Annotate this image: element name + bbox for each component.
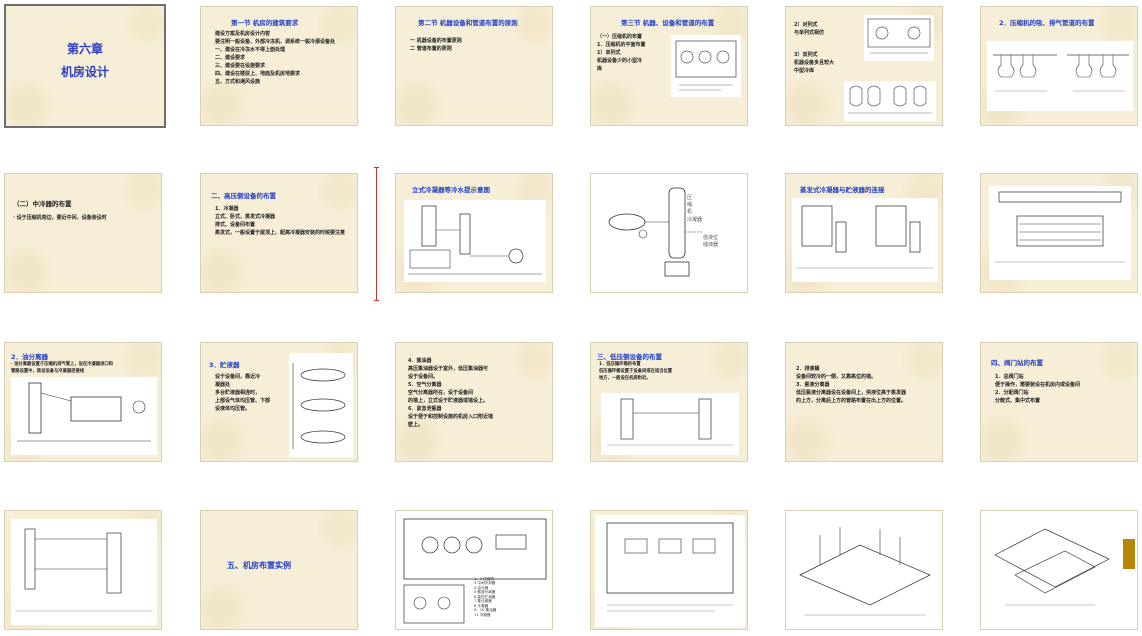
slide-title: 第三节 机器、设备和管道的布置 xyxy=(621,19,715,27)
slide-thumbnail-5[interactable]: 2）对列式 与单列式相仿 3）双列式 机器设备多且较大 中型冷库 xyxy=(785,6,943,126)
slide-body: 1．冷凝器 立式、卧式、蒸发式冷凝器 排式、设备间布置 蒸发式，一般设置于屋顶上… xyxy=(215,206,346,237)
slide-thumbnail-23[interactable] xyxy=(785,510,943,630)
legend-item: 11 冷凝器 xyxy=(474,612,491,617)
slide-thumbnail-3[interactable]: 第二节 机器设备和管道布置的原则 一 机器设备的布置原则 二 管道布置的原则 xyxy=(395,6,553,126)
equipment-legend: 1、2 压缩机 3 中间冷却器 4 油分器 5 氨液分离器 6 高压贮液器 7 … xyxy=(474,577,496,617)
compressor-layout-figure xyxy=(671,35,741,97)
label-receiver: 储液器 xyxy=(703,242,719,248)
slide-thumbnail-21[interactable]: 1、2 压缩机 3 中间冷却器 4 油分器 5 氨液分离器 6 高压贮液器 7 … xyxy=(395,510,553,630)
slide-body-middle: 3）双列式 机器设备多且较大 中型冷库 xyxy=(794,52,835,74)
slide-body: 1．低压循环桶的布置 低压循环桶设置于设备间或在适当位置 地方，一般设在机房附近… xyxy=(599,362,673,382)
slide-thumbnail-11[interactable]: 蒸发式冷凝器与贮液器的连接 xyxy=(785,173,943,293)
slide-title: 2．油分离器 xyxy=(11,353,49,361)
slide-thumbnail-4[interactable]: 第三节 机器、设备和管道的布置 （一）压缩机的布置 1．压缩机的平面布置 1）单… xyxy=(590,6,748,126)
slide-thumbnail-24[interactable] xyxy=(980,510,1138,630)
suction-discharge-pipe-figure xyxy=(987,41,1133,111)
slide-thumbnail-6[interactable]: 2．压缩机的吸、排气管道的布置 xyxy=(980,6,1138,126)
label-low-level: 低液位 xyxy=(703,235,719,241)
slide-thumbnail-13[interactable]: 2．油分离器 · 油分离器设置于压缩机排气管上，设在冷凝器进口和 管路设置中，装… xyxy=(4,342,162,462)
slide-title: 2．压缩机的吸、排气管道的布置 xyxy=(999,19,1095,27)
slide-thumbnail-10[interactable]: 压 缩 机 冷凝器 低液位 储液器 xyxy=(590,173,748,293)
oil-separator-figure xyxy=(11,377,157,455)
paired-layout-figure xyxy=(864,15,934,61)
slide-title: 第二节 机器设备和管道布置的原则 xyxy=(418,19,518,27)
slide-title: 五、机房布置实例 xyxy=(227,561,291,570)
slide-thumbnail-19[interactable] xyxy=(4,510,162,630)
slide-title: 二、高压侧设备的布置 xyxy=(211,192,276,200)
slide-thumbnail-9[interactable]: 立式冷凝器等冷水提示意图 xyxy=(395,173,553,293)
slide-title: 蒸发式冷凝器与贮液器的连接 xyxy=(800,186,885,194)
slide-thumbnail-8[interactable]: 二、高压侧设备的布置 1．冷凝器 立式、卧式、蒸发式冷凝器 排式、设备间布置 蒸… xyxy=(200,173,358,293)
chapter-title: 第六章 xyxy=(66,42,103,56)
evaporative-condenser-figure xyxy=(792,198,938,282)
isometric-piping-figure xyxy=(790,515,940,627)
slide-thumbnail-15[interactable]: 4．集油器 高压集油器设于室外，低压集油器可 设于设备间。 5．空气分离器 空气… xyxy=(395,342,553,462)
slide-thumbnail-22[interactable] xyxy=(590,510,748,630)
slide-body: · 油分离器设置于压缩机排气管上，设在冷凝器进口和 管路设置中，装设设备与冷凝器… xyxy=(11,362,113,375)
slide-thumbnail-17[interactable]: 2．排液桶 设备间较冷的一侧，又靠高位的墙。 3．氨液分离器 低压氨液分离器设在… xyxy=(785,342,943,462)
slide-thumbnail-7[interactable]: （二）中冷器的布置 · 设于压缩机旁边，要近中间、设备装设时 xyxy=(4,173,162,293)
slide-title: 三、低压侧设备的布置 xyxy=(597,353,662,361)
slide-body: · 设于压缩机旁边，要近中间、设备装设时 xyxy=(13,215,107,222)
piping-diagram-figure xyxy=(11,519,157,625)
floor-plan-figure xyxy=(595,515,745,627)
slide-thumbnail-2[interactable]: 第一节 机房的建筑要求 建设方案及机房设计内容 要注明一般设备、外部冷冻机、调系… xyxy=(200,6,358,126)
label-compressor-3: 机 xyxy=(687,209,693,215)
slide-thumbnail-18[interactable]: 四、阀门站的布置 1．总阀门站 便于操作，需要装设在机房内或设备间 2．分配阀门… xyxy=(980,342,1138,462)
slide-body: 4．集油器 高压集油器设于室外，低压集油器可 设于设备间。 5．空气分离器 空气… xyxy=(408,358,494,428)
slide-thumbnail-12[interactable] xyxy=(980,173,1138,293)
slide-thumbnail-1[interactable]: 第六章 机房设计 xyxy=(4,4,166,128)
slide-body: 设于设备间，靠近冷 凝器处 多台贮液器相连时， 上部设气体均压管、下部 设液体均… xyxy=(215,374,271,413)
slide-body-top: 2）对列式 与单列式相仿 xyxy=(794,22,825,36)
slide-thumbnail-20[interactable]: 五、机房布置实例 xyxy=(200,510,358,630)
double-row-layout-figure xyxy=(844,81,936,121)
slide-title: 第六章 机房设计 xyxy=(6,38,164,84)
slide-body: 2．排液桶 设备间较冷的一侧，又靠高位的墙。 3．氨液分离器 低压氨液分离器设在… xyxy=(796,366,907,404)
slide-title: 四、阀门站的布置 xyxy=(991,359,1043,367)
label-compressor-2: 缩 xyxy=(687,202,693,208)
chapter-subtitle: 机房设计 xyxy=(60,64,109,79)
slide-title: （二）中冷器的布置 xyxy=(13,200,72,208)
slide-title: 第一节 机房的建筑要求 xyxy=(231,19,299,27)
slide-body: 建设方案及机房设计内容 要注明一般设备、外部冷冻机、调系统一般冷源设备处 一、建… xyxy=(215,31,336,86)
slide-title: 立式冷凝器等冷水提示意图 xyxy=(412,186,490,194)
slide-thumbnail-16[interactable]: 三、低压侧设备的布置 1．低压循环桶的布置 低压循环桶设置于设备间或在适当位置 … xyxy=(590,342,748,462)
low-pressure-receiver-figure xyxy=(601,393,739,455)
slide-body: 1．总阀门站 便于操作，需要装设在机房内或设备间 2．分配阀门站 分散式、集中式… xyxy=(995,374,1081,405)
slide-side-tab xyxy=(1123,539,1135,569)
vertical-condenser-figure xyxy=(404,200,546,282)
isometric-room-figure xyxy=(985,515,1115,627)
label-condenser: 冷凝器 xyxy=(687,217,703,223)
slide-thumbnail-14[interactable]: 3．贮液器 设于设备间，靠近冷 凝器处 多台贮液器相连时， 上部设气体均压管、下… xyxy=(200,342,358,462)
rooftop-condenser-figure xyxy=(989,186,1131,280)
receiver-level-figure xyxy=(595,182,745,286)
slide-body: 一 机器设备的布置原则 二 管道布置的原则 xyxy=(410,38,462,53)
insertion-marker xyxy=(374,167,379,301)
label-compressor-1: 压 xyxy=(687,195,693,201)
slide-body: （一）压缩机的布置 1．压缩机的平面布置 1）单列式 机器设备少的小型冷 库 xyxy=(597,34,646,73)
receiver-connection-figure xyxy=(289,353,353,457)
